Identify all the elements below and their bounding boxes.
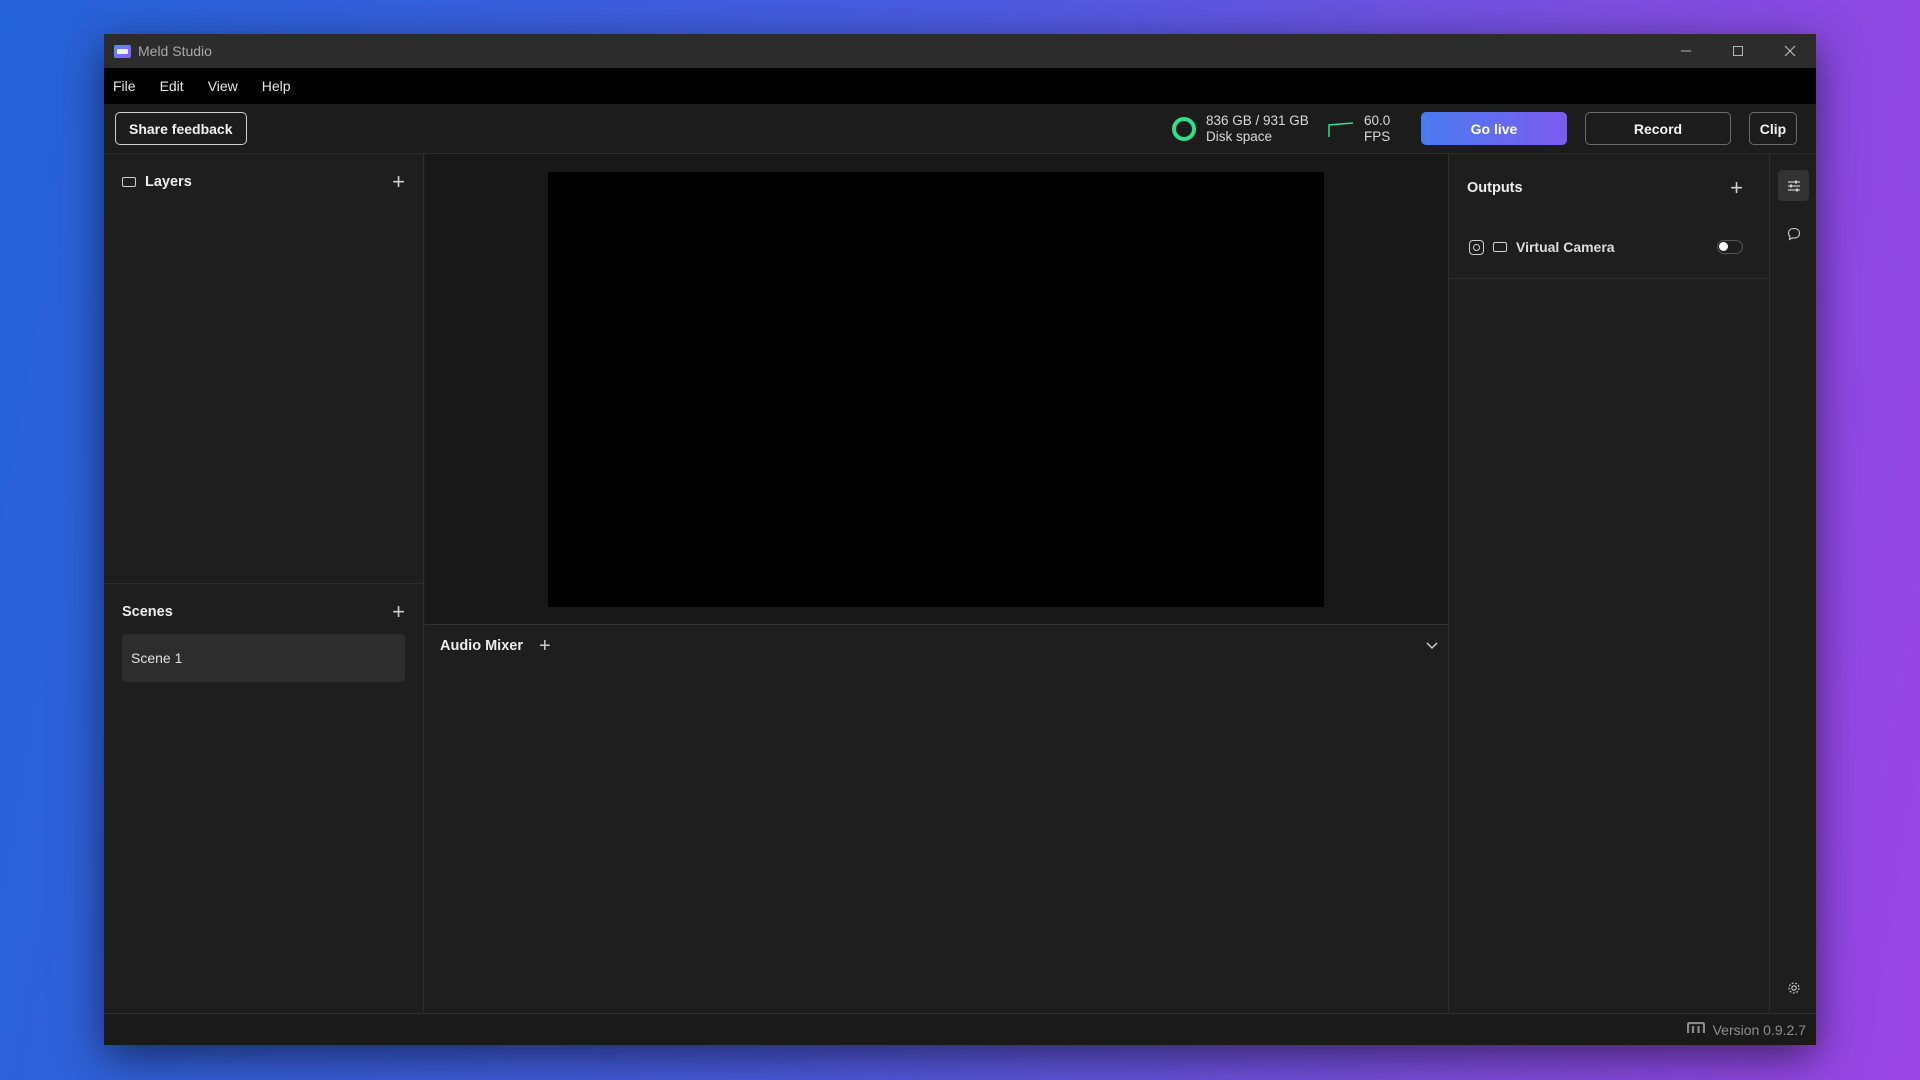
- preview-area: [425, 154, 1448, 625]
- outputs-divider: [1449, 278, 1769, 279]
- layers-panel: Layers +: [104, 154, 423, 584]
- maximize-icon: [1733, 46, 1743, 56]
- share-feedback-button[interactable]: Share feedback: [115, 112, 247, 145]
- fps-graph-icon: [1328, 122, 1354, 137]
- output-label: Virtual Camera: [1516, 239, 1615, 255]
- app-logo-icon: [114, 44, 131, 58]
- toolbar: Share feedback 836 GB / 931 GB Disk spac…: [104, 104, 1816, 154]
- app-window: Meld Studio File Edit View Help Share fe…: [104, 34, 1816, 1045]
- add-output-button[interactable]: +: [1730, 177, 1743, 199]
- title-bar[interactable]: Meld Studio: [104, 34, 1816, 68]
- audio-mixer-title: Audio Mixer: [440, 638, 523, 654]
- outputs-title: Outputs: [1467, 180, 1523, 196]
- collapse-mixer-button[interactable]: [1426, 637, 1438, 653]
- window-title: Meld Studio: [138, 43, 212, 59]
- scene-item[interactable]: Scene 1: [122, 634, 405, 682]
- chat-bubble-icon: [1787, 227, 1800, 241]
- add-scene-button[interactable]: +: [392, 601, 405, 623]
- status-bar: Version 0.9.2.7: [104, 1013, 1816, 1045]
- disk-space-value: 836 GB / 931 GB: [1206, 113, 1309, 128]
- stage-preview[interactable]: [548, 172, 1324, 607]
- go-live-button[interactable]: Go live: [1421, 112, 1567, 145]
- center-panel: Audio Mixer +: [425, 154, 1448, 1013]
- menu-edit[interactable]: Edit: [160, 78, 184, 94]
- disk-space-label: Disk space: [1206, 129, 1273, 144]
- chat-button[interactable]: [1778, 218, 1809, 249]
- settings-button[interactable]: [1778, 972, 1809, 1003]
- side-rail: [1769, 154, 1816, 1013]
- minimize-icon: [1681, 50, 1691, 52]
- minimize-button[interactable]: [1660, 34, 1712, 68]
- menu-view[interactable]: View: [208, 78, 238, 94]
- meld-logo-icon: [1686, 1021, 1705, 1037]
- disk-usage-ring-icon: [1172, 117, 1196, 141]
- main-area: Layers + Scenes + Scene 1 Audio Mixer + …: [104, 154, 1816, 1013]
- camera-icon: [1469, 239, 1484, 255]
- scene-item-label: Scene 1: [131, 650, 183, 666]
- sliders-icon: [1787, 180, 1800, 191]
- window-controls: [1660, 34, 1816, 68]
- left-panel: Layers + Scenes + Scene 1: [104, 154, 424, 1013]
- layers-icon: [122, 177, 136, 187]
- maximize-button[interactable]: [1712, 34, 1764, 68]
- fps-value: 60.0: [1364, 113, 1391, 128]
- outputs-panel: Outputs + Virtual Camera: [1448, 154, 1769, 1013]
- layers-title: Layers: [145, 174, 192, 190]
- close-button[interactable]: [1764, 34, 1816, 68]
- close-icon: [1784, 45, 1796, 57]
- add-audio-button[interactable]: +: [539, 636, 551, 656]
- audio-mixer-panel: Audio Mixer +: [425, 625, 1448, 1013]
- gear-icon: [1787, 981, 1800, 994]
- disk-space-indicator: 836 GB / 931 GB Disk space: [1172, 113, 1309, 145]
- output-item-virtual-camera: Virtual Camera: [1469, 234, 1743, 260]
- menu-help[interactable]: Help: [262, 78, 291, 94]
- meld-logo-svg: [1686, 1021, 1705, 1033]
- fps-label: FPS: [1364, 129, 1391, 144]
- virtual-camera-toggle[interactable]: [1717, 240, 1743, 254]
- chevron-down-icon: [1426, 642, 1438, 650]
- add-layer-button[interactable]: +: [392, 171, 405, 193]
- scenes-title: Scenes: [122, 604, 173, 620]
- clip-button[interactable]: Clip: [1749, 112, 1797, 145]
- fps-indicator: 60.0 FPS: [1328, 113, 1390, 145]
- version-text: Version 0.9.2.7: [1712, 1021, 1806, 1038]
- screen-icon: [1493, 242, 1507, 252]
- menu-file[interactable]: File: [113, 78, 136, 94]
- menu-bar: File Edit View Help: [104, 68, 1816, 104]
- record-button[interactable]: Record: [1585, 112, 1731, 145]
- properties-button[interactable]: [1778, 170, 1809, 201]
